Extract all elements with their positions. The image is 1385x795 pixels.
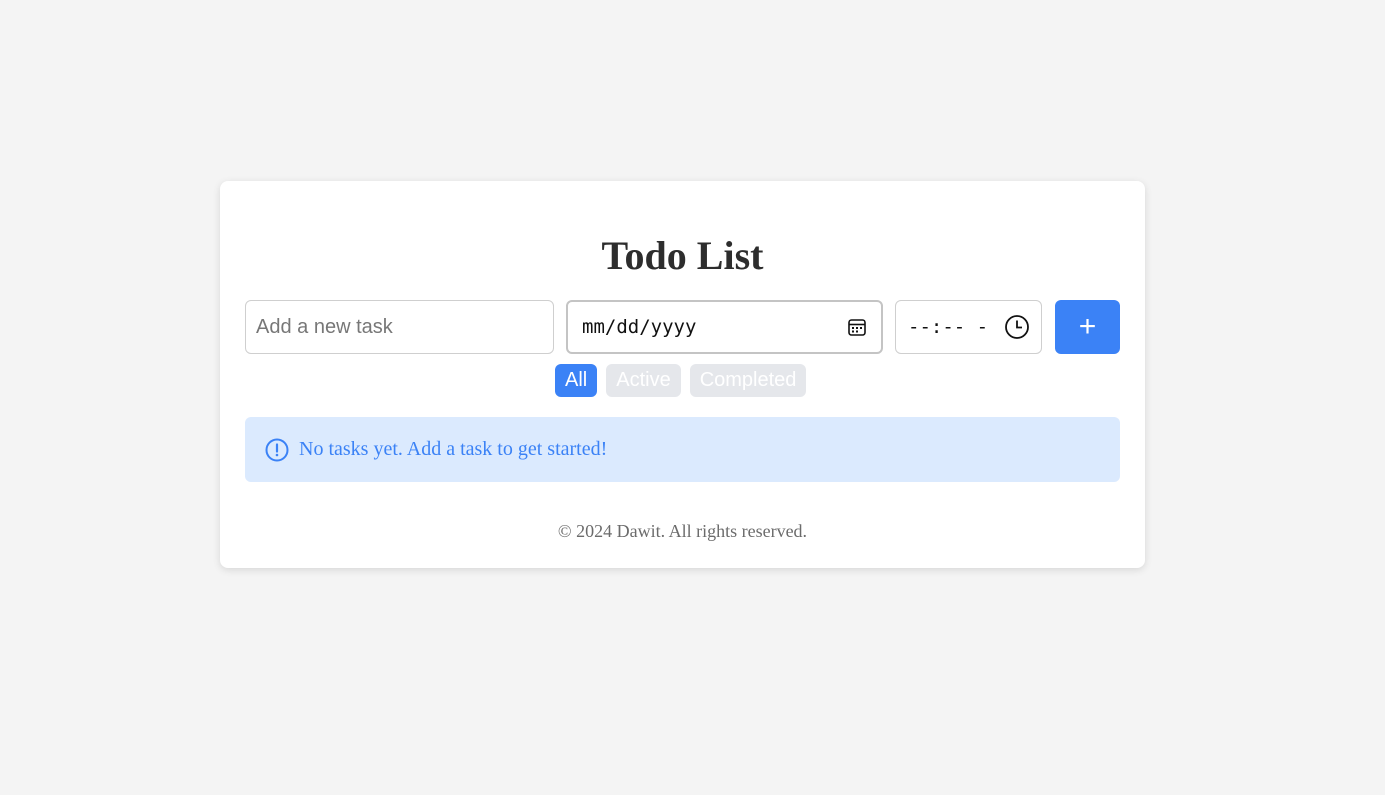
task-input[interactable] [245,300,554,354]
todo-card: Todo List mm/dd/yyyy --:-- - + All [220,181,1145,568]
calendar-icon[interactable] [847,317,867,337]
empty-state-message: No tasks yet. Add a task to get started! [299,438,608,460]
date-placeholder: mm/dd/yyyy [582,316,697,338]
empty-state-alert: No tasks yet. Add a task to get started! [245,417,1120,482]
time-placeholder: --:-- - [908,316,989,338]
filter-bar: All Active Completed [555,364,807,397]
alert-circle-icon [265,438,289,462]
time-input[interactable]: --:-- - [895,300,1042,354]
date-input[interactable]: mm/dd/yyyy [566,300,883,354]
footer-copyright: © 2024 Dawit. All rights reserved. [557,521,808,541]
filter-completed-button[interactable]: Completed [689,364,807,397]
clock-icon[interactable] [1004,314,1030,340]
filter-active-button[interactable]: Active [606,364,681,397]
add-task-button[interactable]: + [1055,300,1120,354]
page-title: Todo List [601,233,764,278]
filter-all-button[interactable]: All [555,364,598,397]
